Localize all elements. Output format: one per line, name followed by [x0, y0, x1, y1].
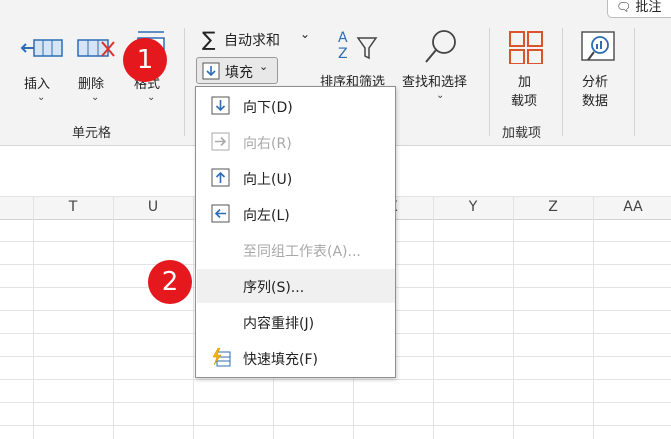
find-select-label: 查找和选择: [402, 75, 468, 90]
insert-chevron-icon: ⌄: [37, 92, 46, 103]
analyze-data-icon: [581, 31, 615, 61]
flash-fill-icon: [212, 348, 231, 367]
menu-item-label: 向右(R): [243, 136, 292, 152]
comment-button[interactable]: 🗨 批注: [607, 0, 671, 18]
fill-right-icon: [211, 132, 230, 151]
addins-group-label: 加载项: [502, 126, 542, 141]
gridline: [0, 425, 671, 426]
fill-up-icon: [211, 168, 230, 187]
delete-label: 删除: [78, 77, 105, 92]
delete-chevron-icon: ⌄: [91, 92, 100, 103]
svg-text:A: A: [338, 30, 348, 46]
menu-item-label: 序列(S)...: [243, 280, 305, 296]
autosum-chevron-icon: ⌄: [300, 27, 311, 41]
column-header-t[interactable]: T: [33, 196, 113, 218]
fill-left-icon: [211, 204, 230, 223]
group-divider: [562, 28, 563, 136]
svg-text:Z: Z: [338, 46, 348, 62]
fill-button[interactable]: 填充 ⌄: [196, 57, 278, 84]
fill-down-icon: [202, 62, 220, 80]
menu-item-series[interactable]: 序列(S)...: [197, 269, 395, 303]
comment-label: 批注: [635, 0, 662, 15]
insert-cells-icon: [20, 39, 63, 57]
step-badge-2: 2: [148, 260, 192, 304]
gridline: [0, 379, 671, 380]
delete-cells-icon: [77, 39, 115, 57]
column-header-aa[interactable]: AA: [593, 196, 671, 218]
group-divider: [184, 28, 185, 136]
menu-item-label: 向左(L): [243, 208, 290, 224]
addins-label-line2: 载项: [511, 94, 538, 109]
sigma-icon: ∑: [202, 27, 216, 51]
analyze-data-button[interactable]: 分析 数据: [570, 28, 626, 112]
menu-item-label: 内容重排(J): [243, 316, 315, 332]
fill-down-icon: [211, 96, 230, 115]
find-select-button[interactable]: 查找和选择 ⌄: [400, 28, 480, 118]
insert-label: 插入: [24, 77, 51, 92]
menu-item-fill-left[interactable]: 向左(L): [197, 197, 395, 231]
cells-group-label: 单元格: [72, 126, 112, 141]
menu-item-label: 快速填充(F): [243, 352, 318, 368]
menu-item-label: 向上(U): [243, 172, 293, 188]
menu-item-flash-fill[interactable]: 快速填充(F): [197, 341, 395, 375]
column-header-y[interactable]: Y: [433, 196, 513, 218]
search-icon: [425, 30, 456, 63]
delete-button[interactable]: 删除 ⌄: [68, 28, 122, 108]
fill-dropdown-menu: 向下(D) 向右(R) 向上(U) 向左(L) 至同组工作表(A)... 序列(…: [195, 86, 396, 378]
menu-item-label: 向下(D): [243, 100, 293, 116]
format-chevron-icon: ⌄: [147, 92, 156, 103]
gridline: [0, 402, 671, 403]
sort-filter-icon: A Z: [338, 30, 378, 62]
insert-button[interactable]: 插入 ⌄: [14, 28, 68, 108]
group-divider: [634, 28, 635, 136]
menu-item-across-worksheets: 至同组工作表(A)...: [197, 233, 395, 267]
addins-button[interactable]: 加 载项: [498, 28, 554, 112]
column-header-z[interactable]: Z: [513, 196, 593, 218]
addins-label-line1: 加: [518, 75, 532, 90]
analyze-label-line2: 数据: [582, 94, 609, 109]
fill-label: 填充: [225, 65, 253, 81]
autosum-button[interactable]: ∑ 自动求和 ⌄: [198, 27, 318, 51]
autosum-label: 自动求和: [224, 33, 280, 49]
fill-chevron-icon: ⌄: [259, 60, 269, 73]
group-divider: [489, 28, 490, 136]
comment-icon: 🗨: [616, 0, 632, 14]
addins-icon: [509, 31, 543, 64]
menu-item-justify[interactable]: 内容重排(J): [197, 305, 395, 339]
menu-item-fill-down[interactable]: 向下(D): [197, 89, 395, 123]
step-badge-1: 1: [123, 38, 167, 82]
analyze-label-line1: 分析: [582, 75, 609, 90]
find-select-chevron-icon: ⌄: [436, 90, 445, 101]
menu-item-label: 至同组工作表(A)...: [243, 244, 361, 260]
menu-item-fill-right: 向右(R): [197, 125, 395, 159]
menu-item-fill-up[interactable]: 向上(U): [197, 161, 395, 195]
column-header-u[interactable]: U: [113, 196, 193, 218]
